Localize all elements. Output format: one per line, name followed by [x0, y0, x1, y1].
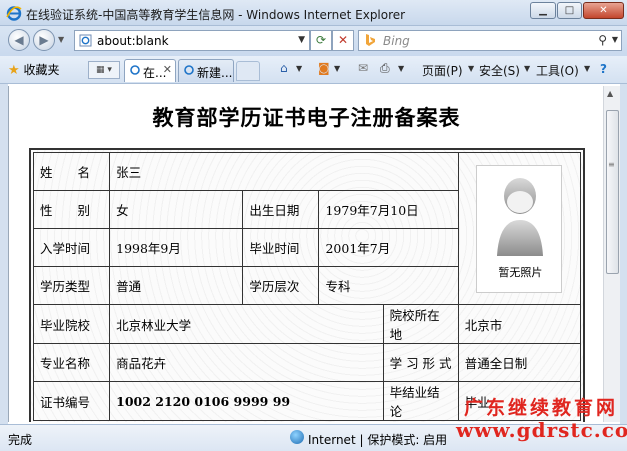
label-study-form: 学 习 形 式	[382, 343, 459, 382]
search-icon[interactable]: ⚲	[598, 33, 607, 47]
tools-menu[interactable]: 工具(O)	[536, 62, 579, 79]
label-edu-level: 学历层次	[242, 266, 320, 305]
recent-pages-dropdown-icon[interactable]: ▼	[58, 35, 64, 44]
value-study-form: 普通全日制	[457, 343, 582, 382]
table-row: 姓 名 张三 暂无照片	[32, 152, 582, 305]
back-button[interactable]: ◀	[8, 29, 30, 51]
favorites-label: 收藏夹	[23, 63, 60, 77]
page-icon	[79, 34, 92, 47]
safety-menu-dropdown-icon[interactable]: ▼	[524, 64, 530, 73]
value-grad-date: 2001年7月	[318, 228, 459, 267]
label-enroll-date: 入学时间	[32, 228, 111, 267]
home-icon[interactable]: ⌂	[280, 61, 288, 75]
label-birth-date: 出生日期	[242, 190, 320, 229]
tab-page-icon	[184, 65, 194, 75]
address-text: about:blank	[97, 34, 169, 48]
page-menu[interactable]: 页面(P)	[422, 62, 463, 79]
safety-menu[interactable]: 安全(S)	[479, 62, 520, 79]
ie-logo-icon	[6, 6, 22, 21]
value-name: 张三	[109, 152, 459, 191]
window-frame-left	[0, 84, 8, 424]
search-placeholder: Bing	[383, 34, 410, 48]
print-icon[interactable]: ⎙	[380, 61, 390, 76]
registration-table: 姓 名 张三 暂无照片 性 别 女 出生日期 1979年7月10日 入学时间 1…	[32, 152, 582, 421]
document-title: 教育部学历证书电子注册备案表	[152, 105, 461, 130]
address-dropdown-icon[interactable]: ▼	[298, 35, 305, 45]
table-row: 专业名称 商品花卉 学 习 形 式 普通全日制	[32, 343, 582, 382]
value-edu-level: 专科	[318, 266, 459, 305]
window-frame-right	[620, 84, 627, 424]
vertical-scrollbar[interactable]: ▲ ≡	[603, 86, 620, 422]
bing-logo-icon	[366, 34, 375, 46]
value-enroll-date: 1998年9月	[109, 228, 244, 267]
label-gender: 性 别	[32, 190, 111, 229]
quick-tabs-button[interactable]: ▦ ▾	[88, 61, 120, 79]
photo-cell: 暂无照片	[457, 152, 582, 305]
table-row: 毕业院校 北京林业大学 院校所在地 北京市	[32, 304, 582, 344]
registration-table-frame: 姓 名 张三 暂无照片 性 别 女 出生日期 1979年7月10日 入学时间 1…	[29, 148, 585, 422]
window-title-bar: 在线验证系统-中国高等教育学生信息网 - Windows Internet Ex…	[0, 0, 627, 26]
value-cert-no: 1002 2120 0106 9999 99	[109, 381, 384, 421]
feeds-icon[interactable]: ◙	[318, 61, 330, 75]
minimize-button[interactable]: ▁	[530, 2, 556, 19]
search-input[interactable]: Bing ⚲ ▼	[358, 30, 622, 51]
forward-button[interactable]: ▶	[33, 29, 55, 51]
tab-page-icon	[130, 65, 140, 75]
value-school: 北京林业大学	[109, 304, 384, 344]
label-conclusion: 毕结业结论	[382, 381, 459, 421]
value-school-location: 北京市	[457, 304, 582, 344]
label-grad-date: 毕业时间	[242, 228, 320, 267]
label-name: 姓 名	[32, 152, 111, 191]
watermark-logo: 广东继续教育网 www.gdrstc.com	[456, 397, 627, 442]
home-dropdown-icon[interactable]: ▼	[296, 64, 302, 73]
tab-close-icon[interactable]: ✕	[163, 63, 172, 76]
label-edu-type: 学历类型	[32, 266, 111, 305]
address-field[interactable]: about:blank ▼	[74, 30, 310, 51]
refresh-button[interactable]: ⟳	[310, 30, 332, 51]
scrollbar-thumb[interactable]	[606, 110, 619, 274]
address-toolbar: ◀ ▶ ▼ about:blank ▼ ⟳ ✕ Bing ⚲ ▼	[0, 26, 627, 56]
scrollbar-grip-icon: ≡	[608, 160, 615, 169]
tab-inactive[interactable]: 新建...	[178, 59, 234, 82]
photo-caption: 暂无照片	[498, 265, 543, 279]
maximize-button[interactable]: □	[557, 2, 582, 19]
feeds-dropdown-icon[interactable]: ▼	[334, 64, 340, 73]
stop-button[interactable]: ✕	[332, 30, 354, 51]
value-major: 商品花卉	[109, 343, 384, 382]
tab-label: 新建...	[197, 66, 233, 80]
window-title: 在线验证系统-中国高等教育学生信息网 - Windows Internet Ex…	[26, 8, 406, 22]
favorites-star-icon: ★	[8, 63, 20, 78]
search-dropdown-icon[interactable]: ▼	[612, 35, 618, 44]
page-menu-dropdown-icon[interactable]: ▼	[468, 64, 474, 73]
mail-icon[interactable]: ✉	[358, 61, 368, 75]
scroll-up-icon[interactable]: ▲	[607, 89, 613, 98]
photo-frame: 暂无照片	[476, 164, 563, 293]
label-school-location: 院校所在地	[382, 304, 459, 344]
value-gender: 女	[109, 190, 244, 229]
value-edu-type: 普通	[109, 266, 244, 305]
close-window-button[interactable]: ✕	[583, 2, 624, 19]
new-tab-button[interactable]	[236, 61, 260, 81]
help-icon[interactable]: ?	[600, 62, 607, 76]
label-school: 毕业院校	[32, 304, 111, 344]
value-birth-date: 1979年7月10日	[318, 190, 459, 229]
label-major: 专业名称	[32, 343, 111, 382]
watermark-line-1: 广东继续教育网	[463, 397, 618, 419]
page-content: 教育部学历证书电子注册备案表 姓 名 张三 暂无照片 性 别 女 出生日期 19…	[8, 86, 603, 422]
favorites-button[interactable]: ★ 收藏夹	[8, 61, 60, 78]
internet-zone-icon	[290, 430, 304, 444]
tools-menu-dropdown-icon[interactable]: ▼	[584, 64, 590, 73]
print-dropdown-icon[interactable]: ▼	[398, 64, 404, 73]
label-cert-no: 证书编号	[32, 381, 111, 421]
avatar-placeholder-icon	[497, 177, 544, 256]
status-text: 完成	[8, 433, 33, 447]
zone-text: Internet | 保护模式: 启用	[308, 433, 448, 447]
tab-active[interactable]: 在... ✕	[124, 59, 176, 82]
favorites-toolbar: ★ 收藏夹 ▦ ▾ 在... ✕ 新建... ⌂ ▼ ◙ ▼ ✉ ⎙ ▼ 页面(…	[0, 56, 627, 84]
watermark-line-2: www.gdrstc.com	[456, 418, 627, 442]
